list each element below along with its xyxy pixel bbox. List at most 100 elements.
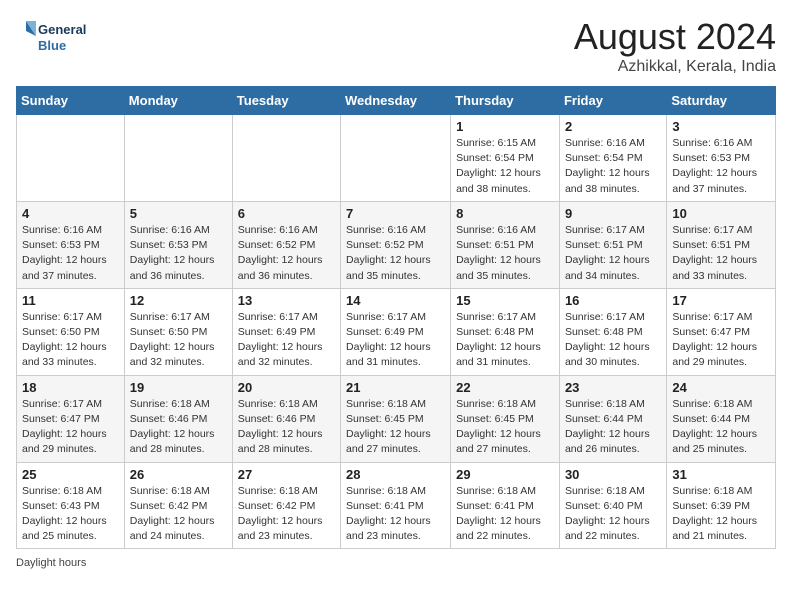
- day-cell: 2 Sunrise: 6:16 AM Sunset: 6:54 PM Daylig…: [559, 115, 666, 202]
- day-number: 4: [22, 206, 119, 221]
- day-number: 14: [346, 293, 445, 308]
- calendar-subtitle: Azhikkal, Kerala, India: [574, 58, 776, 76]
- day-detail: Sunrise: 6:18 AM Sunset: 6:43 PM Dayligh…: [22, 484, 119, 545]
- header-monday: Monday: [124, 87, 232, 115]
- day-cell: 5 Sunrise: 6:16 AM Sunset: 6:53 PM Daylig…: [124, 201, 232, 288]
- day-number: 30: [565, 467, 661, 482]
- day-detail: Sunrise: 6:18 AM Sunset: 6:40 PM Dayligh…: [565, 484, 661, 545]
- day-cell: [17, 115, 125, 202]
- day-number: 29: [456, 467, 554, 482]
- day-cell: 9 Sunrise: 6:17 AM Sunset: 6:51 PM Daylig…: [559, 201, 666, 288]
- day-detail: Sunrise: 6:17 AM Sunset: 6:50 PM Dayligh…: [130, 310, 227, 371]
- week-row-2: 4 Sunrise: 6:16 AM Sunset: 6:53 PM Daylig…: [17, 201, 776, 288]
- day-number: 3: [672, 119, 770, 134]
- day-cell: 16 Sunrise: 6:17 AM Sunset: 6:48 PM Dayli…: [559, 288, 666, 375]
- day-cell: 7 Sunrise: 6:16 AM Sunset: 6:52 PM Daylig…: [341, 201, 451, 288]
- day-cell: 27 Sunrise: 6:18 AM Sunset: 6:42 PM Dayli…: [232, 462, 340, 549]
- day-cell: [124, 115, 232, 202]
- day-cell: 30 Sunrise: 6:18 AM Sunset: 6:40 PM Dayli…: [559, 462, 666, 549]
- logo-svg: General Blue: [16, 16, 96, 61]
- week-row-3: 11 Sunrise: 6:17 AM Sunset: 6:50 PM Dayli…: [17, 288, 776, 375]
- day-detail: Sunrise: 6:18 AM Sunset: 6:46 PM Dayligh…: [238, 397, 335, 458]
- day-detail: Sunrise: 6:17 AM Sunset: 6:48 PM Dayligh…: [456, 310, 554, 371]
- day-number: 22: [456, 380, 554, 395]
- day-detail: Sunrise: 6:17 AM Sunset: 6:47 PM Dayligh…: [672, 310, 770, 371]
- day-detail: Sunrise: 6:17 AM Sunset: 6:51 PM Dayligh…: [565, 223, 661, 284]
- day-number: 7: [346, 206, 445, 221]
- day-number: 18: [22, 380, 119, 395]
- day-number: 9: [565, 206, 661, 221]
- day-cell: 8 Sunrise: 6:16 AM Sunset: 6:51 PM Daylig…: [451, 201, 560, 288]
- day-number: 8: [456, 206, 554, 221]
- day-number: 15: [456, 293, 554, 308]
- day-cell: 17 Sunrise: 6:17 AM Sunset: 6:47 PM Dayli…: [667, 288, 776, 375]
- day-cell: 26 Sunrise: 6:18 AM Sunset: 6:42 PM Dayli…: [124, 462, 232, 549]
- day-number: 1: [456, 119, 554, 134]
- day-cell: 20 Sunrise: 6:18 AM Sunset: 6:46 PM Dayli…: [232, 375, 340, 462]
- day-detail: Sunrise: 6:18 AM Sunset: 6:42 PM Dayligh…: [238, 484, 335, 545]
- header-wednesday: Wednesday: [341, 87, 451, 115]
- day-number: 6: [238, 206, 335, 221]
- day-detail: Sunrise: 6:18 AM Sunset: 6:41 PM Dayligh…: [346, 484, 445, 545]
- header-friday: Friday: [559, 87, 666, 115]
- header-saturday: Saturday: [667, 87, 776, 115]
- day-cell: 12 Sunrise: 6:17 AM Sunset: 6:50 PM Dayli…: [124, 288, 232, 375]
- day-cell: 18 Sunrise: 6:17 AM Sunset: 6:47 PM Dayli…: [17, 375, 125, 462]
- week-row-5: 25 Sunrise: 6:18 AM Sunset: 6:43 PM Dayli…: [17, 462, 776, 549]
- day-cell: 28Sunrise: 6:18 AM Sunset: 6:41 PM Dayli…: [341, 462, 451, 549]
- day-cell: 14 Sunrise: 6:17 AM Sunset: 6:49 PM Dayli…: [341, 288, 451, 375]
- title-block: August 2024 Azhikkal, Kerala, India: [574, 16, 776, 76]
- footer-text: Daylight hours: [16, 557, 86, 569]
- week-row-1: 1Sunrise: 6:15 AM Sunset: 6:54 PM Daylig…: [17, 115, 776, 202]
- day-detail: Sunrise: 6:18 AM Sunset: 6:45 PM Dayligh…: [456, 397, 554, 458]
- day-detail: Sunrise: 6:18 AM Sunset: 6:44 PM Dayligh…: [672, 397, 770, 458]
- calendar-title: August 2024: [574, 16, 776, 58]
- day-detail: Sunrise: 6:18 AM Sunset: 6:46 PM Dayligh…: [130, 397, 227, 458]
- day-detail: Sunrise: 6:16 AM Sunset: 6:53 PM Dayligh…: [672, 136, 770, 197]
- header-thursday: Thursday: [451, 87, 560, 115]
- day-number: 12: [130, 293, 227, 308]
- day-detail: Sunrise: 6:16 AM Sunset: 6:52 PM Dayligh…: [346, 223, 445, 284]
- day-number: 11: [22, 293, 119, 308]
- day-detail: Sunrise: 6:16 AM Sunset: 6:53 PM Dayligh…: [130, 223, 227, 284]
- day-cell: 10Sunrise: 6:17 AM Sunset: 6:51 PM Dayli…: [667, 201, 776, 288]
- day-cell: [232, 115, 340, 202]
- day-cell: 25 Sunrise: 6:18 AM Sunset: 6:43 PM Dayli…: [17, 462, 125, 549]
- day-detail: Sunrise: 6:16 AM Sunset: 6:51 PM Dayligh…: [456, 223, 554, 284]
- day-number: 19: [130, 380, 227, 395]
- day-number: 2: [565, 119, 661, 134]
- day-detail: Sunrise: 6:17 AM Sunset: 6:47 PM Dayligh…: [22, 397, 119, 458]
- header-sunday: Sunday: [17, 87, 125, 115]
- day-number: 26: [130, 467, 227, 482]
- day-detail: Sunrise: 6:18 AM Sunset: 6:44 PM Dayligh…: [565, 397, 661, 458]
- day-detail: Sunrise: 6:16 AM Sunset: 6:53 PM Dayligh…: [22, 223, 119, 284]
- day-detail: Sunrise: 6:17 AM Sunset: 6:50 PM Dayligh…: [22, 310, 119, 371]
- day-number: 20: [238, 380, 335, 395]
- day-number: 5: [130, 206, 227, 221]
- day-detail: Sunrise: 6:17 AM Sunset: 6:49 PM Dayligh…: [238, 310, 335, 371]
- svg-text:General: General: [38, 22, 86, 37]
- day-cell: 19 Sunrise: 6:18 AM Sunset: 6:46 PM Dayli…: [124, 375, 232, 462]
- day-cell: 31Sunrise: 6:18 AM Sunset: 6:39 PM Dayli…: [667, 462, 776, 549]
- day-cell: 3 Sunrise: 6:16 AM Sunset: 6:53 PM Daylig…: [667, 115, 776, 202]
- day-cell: 24Sunrise: 6:18 AM Sunset: 6:44 PM Dayli…: [667, 375, 776, 462]
- day-number: 17: [672, 293, 770, 308]
- day-cell: 23Sunrise: 6:18 AM Sunset: 6:44 PM Dayli…: [559, 375, 666, 462]
- day-cell: 29 Sunrise: 6:18 AM Sunset: 6:41 PM Dayli…: [451, 462, 560, 549]
- day-detail: Sunrise: 6:17 AM Sunset: 6:51 PM Dayligh…: [672, 223, 770, 284]
- page-header: General Blue August 2024 Azhikkal, Keral…: [16, 16, 776, 76]
- header-row: SundayMondayTuesdayWednesdayThursdayFrid…: [17, 87, 776, 115]
- day-detail: Sunrise: 6:16 AM Sunset: 6:52 PM Dayligh…: [238, 223, 335, 284]
- day-number: 27: [238, 467, 335, 482]
- day-cell: 4 Sunrise: 6:16 AM Sunset: 6:53 PM Daylig…: [17, 201, 125, 288]
- day-detail: Sunrise: 6:16 AM Sunset: 6:54 PM Dayligh…: [565, 136, 661, 197]
- header-tuesday: Tuesday: [232, 87, 340, 115]
- day-detail: Sunrise: 6:18 AM Sunset: 6:42 PM Dayligh…: [130, 484, 227, 545]
- day-detail: Sunrise: 6:17 AM Sunset: 6:48 PM Dayligh…: [565, 310, 661, 371]
- day-detail: Sunrise: 6:18 AM Sunset: 6:39 PM Dayligh…: [672, 484, 770, 545]
- day-detail: Sunrise: 6:17 AM Sunset: 6:49 PM Dayligh…: [346, 310, 445, 371]
- day-detail: Sunrise: 6:18 AM Sunset: 6:41 PM Dayligh…: [456, 484, 554, 545]
- day-number: 25: [22, 467, 119, 482]
- week-row-4: 18 Sunrise: 6:17 AM Sunset: 6:47 PM Dayli…: [17, 375, 776, 462]
- day-number: 16: [565, 293, 661, 308]
